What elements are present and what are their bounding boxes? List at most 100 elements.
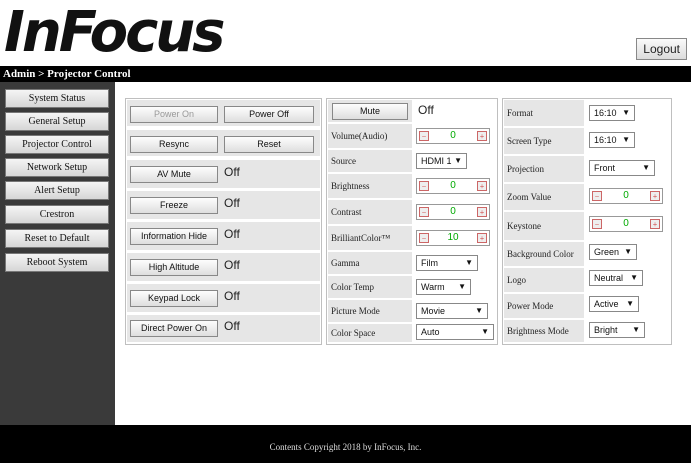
logo-label: Logo [504,268,584,292]
logo-select[interactable]: Neutral ▼ [589,270,643,286]
keystone-stepper[interactable]: − 0 + [589,216,663,232]
minus-icon[interactable]: − [592,191,602,201]
direct-power-on-button[interactable]: Direct Power On [130,320,218,337]
chevron-down-icon: ▼ [475,306,483,315]
plus-icon[interactable]: + [477,207,487,217]
contrast-stepper[interactable]: − 0 + [416,204,490,220]
sidebar-item-reboot-system[interactable]: Reboot System [5,253,109,272]
sidebar-item-network-setup[interactable]: Network Setup [5,158,109,177]
format-label: Format [504,100,584,126]
background-color-label: Background Color [504,242,584,266]
keystone-value: 0 [623,218,629,229]
power-mode-select[interactable]: Active ▼ [589,296,639,312]
logout-button[interactable]: Logout [636,38,687,60]
keypad-lock-state: Off [224,289,240,303]
chevron-down-icon: ▼ [630,273,638,282]
brightness-mode-label: Brightness Mode [504,320,584,342]
picture-mode-label: Picture Mode [328,300,412,322]
av-mute-button[interactable]: AV Mute [130,166,218,183]
contrast-value: 0 [450,206,456,217]
power-mode-label: Power Mode [504,294,584,318]
minus-icon[interactable]: − [419,233,429,243]
brightness-stepper[interactable]: − 0 + [416,178,490,194]
chevron-down-icon: ▼ [632,325,640,334]
plus-icon[interactable]: + [650,191,660,201]
volume-value: 0 [450,130,456,141]
source-label: Source [328,150,412,172]
chevron-down-icon: ▼ [481,327,489,336]
chevron-down-icon: ▼ [642,163,650,172]
chevron-down-icon: ▼ [458,282,466,291]
plus-icon[interactable]: + [650,219,660,229]
background-color-select[interactable]: Green ▼ [589,244,637,260]
power-panel: Power On Power Off Resync Reset AV Mute … [125,98,322,345]
color-space-label: Color Space [328,324,412,342]
minus-icon[interactable]: − [419,207,429,217]
brightness-value: 0 [450,180,456,191]
brightness-mode-select[interactable]: Bright ▼ [589,322,645,338]
zoom-value: 0 [623,190,629,201]
freeze-state: Off [224,196,240,210]
information-hide-state: Off [224,227,240,241]
format-select[interactable]: 16:10 ▼ [589,105,635,121]
power-on-button[interactable]: Power On [130,106,218,123]
reset-button[interactable]: Reset [224,136,314,153]
minus-icon[interactable]: − [419,181,429,191]
minus-icon[interactable]: − [592,219,602,229]
sidebar-item-general-setup[interactable]: General Setup [5,112,109,131]
freeze-button[interactable]: Freeze [130,197,218,214]
volume-label: Volume(Audio) [328,124,412,148]
sidebar: System Status General Setup Projector Co… [0,82,115,425]
high-altitude-state: Off [224,258,240,272]
resync-button[interactable]: Resync [130,136,218,153]
minus-icon[interactable]: − [419,131,429,141]
volume-stepper[interactable]: − 0 + [416,128,490,144]
chevron-down-icon: ▼ [465,258,473,267]
chevron-down-icon: ▼ [624,247,632,256]
chevron-down-icon: ▼ [626,299,634,308]
screen-type-select[interactable]: 16:10 ▼ [589,132,635,148]
chevron-down-icon: ▼ [454,156,462,165]
plus-icon[interactable]: + [477,233,487,243]
color-space-select[interactable]: Auto ▼ [416,324,494,340]
keypad-lock-button[interactable]: Keypad Lock [130,290,218,307]
brilliantcolor-value: 10 [447,232,459,243]
image-panel: Mute Off Volume(Audio) − 0 + Source HDMI… [326,98,498,345]
chevron-down-icon: ▼ [622,135,630,144]
sidebar-item-crestron[interactable]: Crestron [5,205,109,224]
power-off-button[interactable]: Power Off [224,106,314,123]
av-mute-state: Off [224,165,240,179]
zoom-stepper[interactable]: − 0 + [589,188,663,204]
projection-select[interactable]: Front ▼ [589,160,655,176]
mute-button[interactable]: Mute [332,103,408,120]
direct-power-on-state: Off [224,319,240,333]
sidebar-item-projector-control[interactable]: Projector Control [5,135,109,154]
high-altitude-button[interactable]: High Altitude [130,259,218,276]
color-temp-label: Color Temp [328,276,412,298]
mute-state: Off [418,103,434,117]
projection-label: Projection [504,156,584,182]
sidebar-item-system-status[interactable]: System Status [5,89,109,108]
gamma-select[interactable]: Film ▼ [416,255,478,271]
footer: Contents Copyright 2018 by InFocus, Inc. [0,425,691,463]
sidebar-item-reset-to-default[interactable]: Reset to Default [5,229,109,248]
zoom-value-label: Zoom Value [504,184,584,210]
brilliantcolor-stepper[interactable]: − 10 + [416,230,490,246]
header: InFocus Logout [0,0,691,66]
keystone-label: Keystone [504,212,584,240]
brilliantcolor-label: BrilliantColor™ [328,226,412,250]
breadcrumb: Admin > Projector Control [0,66,691,82]
source-select[interactable]: HDMI 1 ▼ [416,153,467,169]
information-hide-button[interactable]: Information Hide [130,228,218,245]
setup-panel: Format 16:10 ▼ Screen Type 16:10 ▼ Project… [502,98,672,345]
picture-mode-select[interactable]: Movie ▼ [416,303,488,319]
color-temp-select[interactable]: Warm ▼ [416,279,471,295]
plus-icon[interactable]: + [477,181,487,191]
sidebar-item-alert-setup[interactable]: Alert Setup [5,181,109,200]
screen-type-label: Screen Type [504,128,584,154]
plus-icon[interactable]: + [477,131,487,141]
chevron-down-icon: ▼ [622,108,630,117]
gamma-label: Gamma [328,252,412,274]
infocus-logo: InFocus [4,0,225,65]
brightness-label: Brightness [328,174,412,198]
